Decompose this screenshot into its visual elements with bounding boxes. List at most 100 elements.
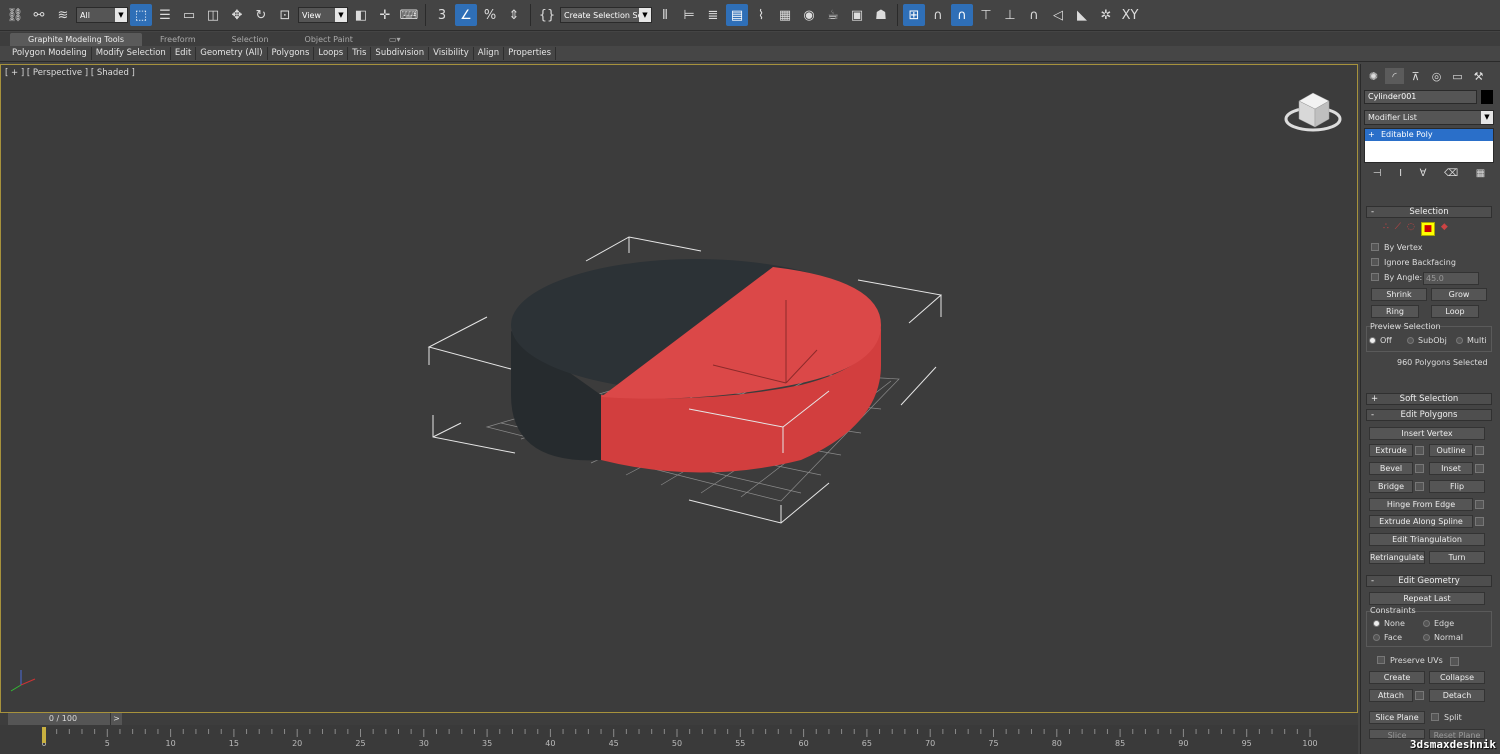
schematic-view-icon[interactable]: ▦	[774, 4, 796, 26]
constraint-normal-radio[interactable]: Normal	[1423, 633, 1463, 642]
bind-space-warp-icon[interactable]: ≋	[52, 4, 74, 26]
curve-editor-icon[interactable]: ⌇	[750, 4, 772, 26]
move-icon[interactable]: ✥	[226, 4, 248, 26]
ribbon-subdivision[interactable]: Subdivision	[371, 47, 430, 60]
motion-tab-icon[interactable]: ◎	[1427, 68, 1446, 84]
collapse-button[interactable]: Collapse	[1429, 671, 1485, 684]
pin-stack-icon[interactable]: ⊣	[1373, 168, 1382, 179]
layer-manager-icon[interactable]: ≣	[702, 4, 724, 26]
edit-triangulation-button[interactable]: Edit Triangulation	[1369, 533, 1485, 546]
retriangulate-button[interactable]: Retriangulate	[1369, 551, 1425, 564]
element-mode-icon[interactable]: ◆	[1441, 222, 1448, 236]
bridge-settings-icon[interactable]	[1415, 482, 1424, 491]
snap-bbox-icon[interactable]: ∩	[1023, 4, 1045, 26]
bevel-settings-icon[interactable]	[1415, 464, 1424, 473]
ribbon-modify-selection[interactable]: Modify Selection	[92, 47, 171, 60]
inset-button[interactable]: Inset	[1429, 462, 1473, 475]
flip-button[interactable]: Flip	[1429, 480, 1485, 493]
snap-toggle-icon[interactable]: 3	[431, 4, 453, 26]
select-by-name-icon[interactable]: ☰	[154, 4, 176, 26]
ribbon-polygon-modeling[interactable]: Polygon Modeling	[8, 47, 92, 60]
spinner-snap-icon[interactable]: ⇕	[503, 4, 525, 26]
extrude-button[interactable]: Extrude	[1369, 444, 1413, 457]
angle-spinner-field[interactable]: 45.0	[1423, 272, 1479, 285]
snap-face-icon[interactable]: ⊤	[975, 4, 997, 26]
split-checkbox[interactable]: Split	[1431, 713, 1462, 722]
create-button[interactable]: Create	[1369, 671, 1425, 684]
render-production-icon[interactable]: ☗	[870, 4, 892, 26]
rendered-frame-icon[interactable]: ▣	[846, 4, 868, 26]
snap-vertex-icon[interactable]: ∩	[927, 4, 949, 26]
extrude-spline-settings-icon[interactable]	[1475, 517, 1484, 526]
graphite-tools-icon[interactable]: ▤	[726, 4, 748, 26]
unlink-icon[interactable]: ⚯	[28, 4, 50, 26]
track-bar[interactable]: 0 5 10 15 20 25 30 35 40 45 50 55 60 65 70 75 80 85 90 95 10…	[0, 725, 1358, 754]
ring-button[interactable]: Ring	[1371, 305, 1419, 318]
extrude-along-spline-button[interactable]: Extrude Along Spline	[1369, 515, 1473, 528]
current-frame-marker[interactable]	[42, 727, 46, 743]
by-vertex-checkbox[interactable]: By Vertex	[1371, 243, 1422, 252]
scale-icon[interactable]: ⊡	[274, 4, 296, 26]
angle-snap-icon[interactable]: ∠	[455, 4, 477, 26]
snap-edge-icon[interactable]: ∩	[951, 4, 973, 26]
by-angle-checkbox[interactable]: By Angle:	[1371, 273, 1422, 282]
object-color-swatch[interactable]	[1481, 90, 1493, 104]
mirror-icon[interactable]: ⫴	[654, 4, 676, 26]
show-end-result-icon[interactable]: Ι	[1399, 168, 1402, 179]
hinge-from-edge-button[interactable]: Hinge From Edge	[1369, 498, 1473, 511]
percent-snap-icon[interactable]: %	[479, 4, 501, 26]
polygon-mode-icon[interactable]: ■	[1420, 222, 1435, 236]
edit-named-selection-icon[interactable]: {}	[536, 4, 558, 26]
edge-mode-icon[interactable]: ⟋	[1395, 222, 1401, 236]
preview-multi-radio[interactable]: Multi	[1456, 336, 1487, 345]
snap-midpoint-icon[interactable]: ✲	[1095, 4, 1117, 26]
detach-button[interactable]: Detach	[1429, 689, 1485, 702]
grow-button[interactable]: Grow	[1431, 288, 1487, 301]
ribbon-options-icon[interactable]: ▭▾	[371, 33, 419, 46]
shrink-button[interactable]: Shrink	[1371, 288, 1427, 301]
tab-object-paint[interactable]: Object Paint	[287, 33, 371, 46]
edit-polygons-rollout-header[interactable]: - Edit Polygons	[1366, 409, 1492, 421]
time-slider-next-button[interactable]: >	[110, 713, 122, 725]
named-selection-dropdown[interactable]: Create Selection Se ▼	[560, 7, 652, 23]
snap-pivot-icon[interactable]: ⊥	[999, 4, 1021, 26]
vertex-mode-icon[interactable]: ∴	[1383, 222, 1389, 236]
ribbon-loops[interactable]: Loops	[314, 47, 349, 60]
bevel-button[interactable]: Bevel	[1369, 462, 1413, 475]
preserve-uvs-checkbox[interactable]: Preserve UVs	[1377, 656, 1443, 665]
loop-button[interactable]: Loop	[1431, 305, 1479, 318]
modify-tab-icon[interactable]: ◜	[1385, 68, 1404, 84]
constraint-none-radio[interactable]: None	[1373, 619, 1405, 628]
insert-vertex-button[interactable]: Insert Vertex	[1369, 427, 1485, 440]
create-tab-icon[interactable]: ✺	[1364, 68, 1383, 84]
extrude-settings-icon[interactable]	[1415, 446, 1424, 455]
hierarchy-tab-icon[interactable]: ⊼	[1406, 68, 1425, 84]
object-name-field[interactable]: Cylinder001	[1364, 90, 1477, 104]
stack-item-editable-poly[interactable]: Editable Poly	[1365, 129, 1493, 141]
ribbon-geometry-all[interactable]: Geometry (All)	[196, 47, 268, 60]
tab-selection[interactable]: Selection	[214, 33, 287, 46]
constraint-edge-radio[interactable]: Edge	[1423, 619, 1454, 628]
ribbon-visibility[interactable]: Visibility	[429, 47, 474, 60]
snap-tangent-icon[interactable]: ◣	[1071, 4, 1093, 26]
outline-settings-icon[interactable]	[1475, 446, 1484, 455]
material-editor-icon[interactable]: ◉	[798, 4, 820, 26]
configure-sets-icon[interactable]: ▦	[1476, 168, 1485, 179]
ribbon-align[interactable]: Align	[474, 47, 505, 60]
time-slider-frame[interactable]: 0 / 100	[8, 713, 118, 725]
selection-filter-dropdown[interactable]: All ▼	[76, 7, 128, 23]
viewport-label[interactable]: [ + ] [ Perspective ] [ Shaded ]	[5, 68, 135, 78]
axis-constraint-icon[interactable]: XY	[1119, 4, 1141, 26]
tab-graphite-modeling-tools[interactable]: Graphite Modeling Tools	[10, 32, 143, 46]
viewcube[interactable]	[1284, 92, 1342, 132]
inset-settings-icon[interactable]	[1475, 464, 1484, 473]
edit-geometry-rollout-header[interactable]: - Edit Geometry	[1366, 575, 1492, 587]
display-tab-icon[interactable]: ▭	[1448, 68, 1467, 84]
repeat-last-button[interactable]: Repeat Last	[1369, 592, 1485, 605]
reference-coordinate-dropdown[interactable]: View ▼	[298, 7, 348, 23]
rectangular-selection-icon[interactable]: ▭	[178, 4, 200, 26]
keyboard-shortcut-override-icon[interactable]: ⌨	[398, 4, 420, 26]
modifier-list-dropdown[interactable]: Modifier List ▼	[1364, 110, 1494, 125]
preview-off-radio[interactable]: Off	[1369, 336, 1392, 345]
ribbon-polygons[interactable]: Polygons	[268, 47, 315, 60]
